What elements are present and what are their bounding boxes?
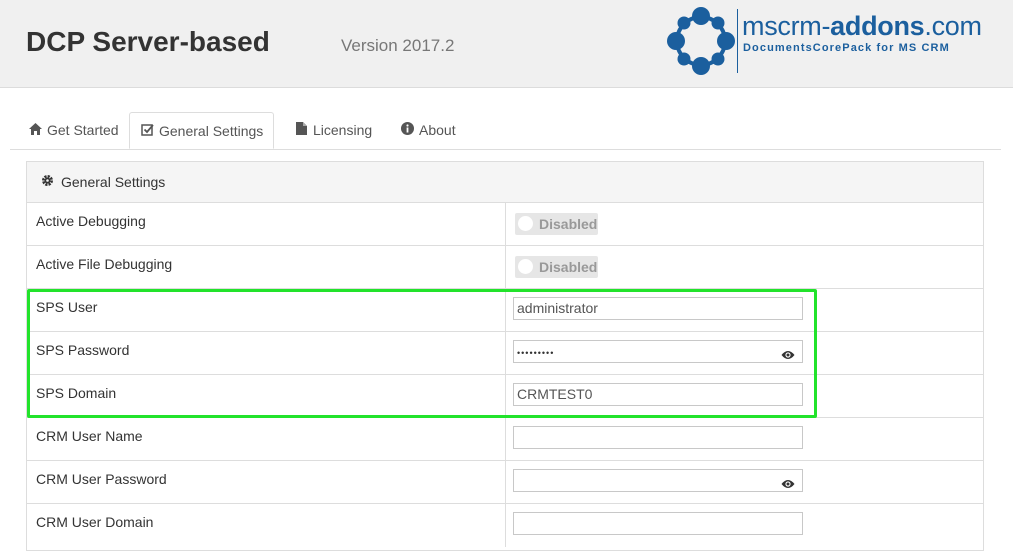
tab-get-started[interactable]: Get Started	[18, 113, 129, 148]
setting-label: Active Debugging	[36, 213, 146, 229]
company-logo: mscrm-addons.com DocumentsCorePack for M…	[666, 5, 996, 77]
column-divider	[505, 246, 506, 289]
settings-panel: General Settings Active Debugging Disabl…	[26, 161, 984, 551]
toggle-state: Disabled	[539, 259, 598, 275]
logo-name-bold: addons	[830, 11, 925, 41]
gear-icon	[41, 174, 57, 190]
column-divider	[505, 332, 506, 375]
tab-about[interactable]: About	[390, 113, 466, 148]
app-header: DCP Server-based Version 2017.2 mscrm-ad…	[0, 0, 1013, 88]
sps-user-input[interactable]: administrator	[513, 297, 803, 320]
crm-user-domain-input[interactable]	[513, 512, 803, 535]
document-icon	[294, 113, 308, 148]
password-mask: •••••••••	[517, 348, 555, 358]
column-divider	[505, 504, 506, 547]
settings-row-crm-user-password: CRM User Password	[27, 461, 983, 504]
toggle-knob	[518, 259, 533, 274]
setting-label: Active File Debugging	[36, 256, 173, 272]
home-icon	[28, 113, 42, 148]
setting-label: SPS Password	[36, 342, 130, 358]
column-divider	[505, 289, 506, 332]
active-file-debugging-toggle[interactable]: Disabled	[515, 256, 598, 278]
checkbox-edit-icon	[140, 114, 154, 150]
logo-name: mscrm-addons.com	[742, 11, 982, 42]
tab-licensing[interactable]: Licensing	[284, 113, 382, 148]
panel-title: General Settings	[41, 174, 165, 190]
settings-row-active-debugging: Active Debugging Disabled	[27, 203, 983, 246]
active-debugging-toggle[interactable]: Disabled	[515, 213, 598, 235]
info-icon	[400, 113, 414, 148]
tab-general-settings-label: General Settings	[159, 123, 264, 139]
crm-user-name-input[interactable]	[513, 426, 803, 449]
setting-label: CRM User Name	[36, 428, 143, 444]
settings-row-crm-user-domain: CRM User Domain	[27, 504, 983, 547]
tab-licensing-label: Licensing	[313, 122, 373, 138]
settings-row-active-file-debugging: Active File Debugging Disabled	[27, 246, 983, 289]
settings-row-sps-domain: SPS Domain CRMTEST0	[27, 375, 983, 418]
settings-row-crm-user-name: CRM User Name	[27, 418, 983, 461]
sps-domain-input[interactable]: CRMTEST0	[513, 383, 803, 406]
logo-name-prefix: mscrm-	[742, 11, 831, 41]
logo-tagline: DocumentsCorePack for MS CRM	[743, 42, 950, 54]
tab-get-started-label: Get Started	[47, 122, 119, 138]
toggle-state: Disabled	[539, 216, 598, 232]
column-divider	[505, 461, 506, 504]
show-password-eye-icon[interactable]	[781, 346, 795, 359]
crm-user-password-input[interactable]	[513, 469, 803, 492]
app-title: DCP Server-based	[26, 26, 270, 57]
setting-label: CRM User Password	[36, 471, 167, 487]
logo-name-suffix: .com	[924, 11, 982, 41]
column-divider	[505, 203, 506, 246]
settings-row-sps-user: SPS User administrator	[27, 289, 983, 332]
logo-divider	[737, 9, 738, 73]
show-password-eye-icon[interactable]	[781, 475, 795, 488]
setting-label: CRM User Domain	[36, 514, 154, 530]
tab-about-label: About	[419, 122, 456, 138]
toggle-knob	[518, 216, 533, 231]
tab-general-settings[interactable]: General Settings	[129, 112, 275, 150]
setting-label: SPS Domain	[36, 385, 117, 401]
column-divider	[505, 418, 506, 461]
setting-label: SPS User	[36, 299, 98, 315]
panel-heading: General Settings	[27, 162, 983, 203]
sps-password-input[interactable]: •••••••••	[513, 340, 803, 363]
settings-row-sps-password: SPS Password •••••••••	[27, 332, 983, 375]
tab-bar: Get Started General Settings Licensing A…	[10, 112, 1001, 150]
logo-mark-icon	[667, 7, 735, 75]
version-label: Version 2017.2	[341, 36, 455, 55]
column-divider	[505, 375, 506, 418]
panel-title-text: General Settings	[61, 174, 166, 190]
